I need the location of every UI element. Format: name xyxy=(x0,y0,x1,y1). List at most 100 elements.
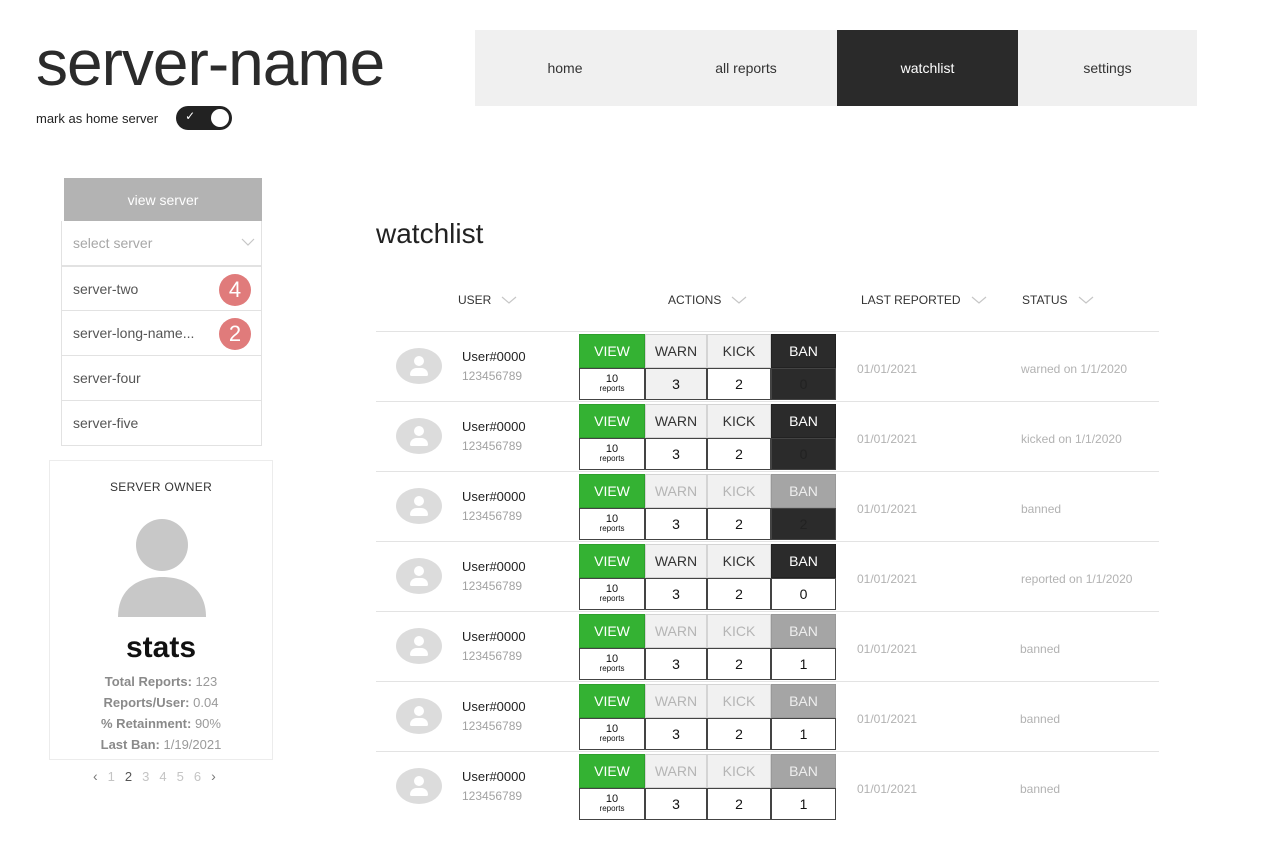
warn-button[interactable]: WARN xyxy=(645,404,707,438)
view-button[interactable]: VIEW xyxy=(579,334,645,368)
tab-settings[interactable]: settings xyxy=(1018,30,1197,106)
server-title: server-name xyxy=(36,27,385,99)
ban-button[interactable]: BAN xyxy=(771,474,836,508)
avatar-head xyxy=(414,496,424,506)
page-3[interactable]: 3 xyxy=(142,769,149,784)
status-text: kicked on 1/1/2020 xyxy=(1021,432,1122,446)
kick-button[interactable]: KICK xyxy=(707,614,771,648)
checkmark-icon: ✓ xyxy=(185,109,196,123)
report-count-value: 10 xyxy=(605,793,619,805)
server-select-dropdown[interactable]: select server xyxy=(61,221,262,266)
report-count-unit: reports xyxy=(599,594,625,603)
view-button[interactable]: VIEW xyxy=(579,474,645,508)
warn-count: 3 xyxy=(645,648,707,680)
user-name: User#0000 xyxy=(462,559,526,574)
chevron-down-icon xyxy=(1078,296,1093,304)
user-name: User#0000 xyxy=(462,769,526,784)
avatar-body xyxy=(410,718,428,726)
row-divider xyxy=(376,681,1159,682)
avatar-body xyxy=(410,438,428,446)
view-button[interactable]: VIEW xyxy=(579,544,645,578)
server-name-label: server-long-name... xyxy=(73,325,195,341)
view-button[interactable]: VIEW xyxy=(579,404,645,438)
avatar-body xyxy=(410,788,428,796)
user-avatar-icon xyxy=(396,558,442,594)
view-server-button[interactable]: view server xyxy=(64,178,262,221)
avatar-body xyxy=(410,578,428,586)
user-avatar-icon xyxy=(396,418,442,454)
user-id: 123456789 xyxy=(462,789,523,803)
row-divider xyxy=(376,611,1159,612)
column-header-user[interactable]: USER xyxy=(458,293,517,307)
avatar-head xyxy=(414,706,424,716)
warn-button[interactable]: WARN xyxy=(645,474,707,508)
server-list-item[interactable]: server-four xyxy=(61,356,262,401)
ban-button[interactable]: BAN xyxy=(771,754,836,788)
chevron-down-icon xyxy=(501,296,517,304)
kick-button[interactable]: KICK xyxy=(707,544,771,578)
ban-button[interactable]: BAN xyxy=(771,614,836,648)
page-title: watchlist xyxy=(376,218,484,249)
kick-button[interactable]: KICK xyxy=(707,474,771,508)
kick-button[interactable]: KICK xyxy=(707,404,771,438)
home-server-toggle[interactable]: ✓ xyxy=(176,106,233,130)
kick-count: 2 xyxy=(707,508,771,540)
avatar-head xyxy=(414,356,424,366)
view-button[interactable]: VIEW xyxy=(579,614,645,648)
ban-button[interactable]: BAN xyxy=(771,334,836,368)
warn-button[interactable]: WARN xyxy=(645,544,707,578)
user-id: 123456789 xyxy=(462,719,523,733)
server-name-label: server-five xyxy=(73,415,139,431)
warn-count: 3 xyxy=(645,788,707,820)
pagination: ‹ 1 2 3 4 5 6 › xyxy=(93,768,226,784)
server-list-item[interactable]: server-two 4 xyxy=(61,266,262,311)
kick-button[interactable]: KICK xyxy=(707,754,771,788)
column-header-status[interactable]: STATUS xyxy=(1022,293,1094,307)
avatar-body xyxy=(410,508,428,516)
user-name: User#0000 xyxy=(462,699,526,714)
report-count: 10 reports xyxy=(579,718,645,750)
view-button[interactable]: VIEW xyxy=(579,684,645,718)
report-count-unit: reports xyxy=(599,734,625,743)
page-1[interactable]: 1 xyxy=(108,769,115,784)
user-avatar-icon xyxy=(396,768,442,804)
column-header-last-reported[interactable]: LAST REPORTED xyxy=(861,293,987,307)
ban-count: 0 xyxy=(771,438,836,470)
server-select-placeholder: select server xyxy=(73,235,153,251)
page-6[interactable]: 6 xyxy=(194,769,201,784)
kick-button[interactable]: KICK xyxy=(707,334,771,368)
warn-count: 3 xyxy=(645,508,707,540)
warn-button[interactable]: WARN xyxy=(645,754,707,788)
warn-button[interactable]: WARN xyxy=(645,684,707,718)
warn-button[interactable]: WARN xyxy=(645,334,707,368)
server-list-item[interactable]: server-five xyxy=(61,401,262,446)
next-page-button[interactable]: › xyxy=(211,768,216,784)
tab-all-reports[interactable]: all reports xyxy=(655,30,837,106)
server-list-item[interactable]: server-long-name... 2 xyxy=(61,311,262,356)
prev-page-button[interactable]: ‹ xyxy=(93,768,98,784)
ban-button[interactable]: BAN xyxy=(771,404,836,438)
column-header-actions[interactable]: ACTIONS xyxy=(668,293,747,307)
view-button[interactable]: VIEW xyxy=(579,754,645,788)
stat-retainment: % Retainment: 90% xyxy=(101,716,221,731)
server-name-label: server-two xyxy=(73,280,139,297)
row-divider xyxy=(376,401,1159,402)
tab-watchlist[interactable]: watchlist xyxy=(837,30,1018,106)
page-2-current[interactable]: 2 xyxy=(125,769,132,784)
status-text: warned on 1/1/2020 xyxy=(1021,362,1128,376)
page-4[interactable]: 4 xyxy=(159,769,166,784)
report-count: 10 reports xyxy=(579,438,645,470)
user-name: User#0000 xyxy=(462,489,526,504)
status-text: banned xyxy=(1021,502,1062,516)
user-avatar-icon xyxy=(396,698,442,734)
avatar-head xyxy=(414,566,424,576)
kick-button[interactable]: KICK xyxy=(707,684,771,718)
page-5[interactable]: 5 xyxy=(177,769,184,784)
warn-button[interactable]: WARN xyxy=(645,614,707,648)
ban-button[interactable]: BAN xyxy=(771,544,836,578)
tab-home[interactable]: home xyxy=(475,30,655,106)
ban-button[interactable]: BAN xyxy=(771,684,836,718)
server-name-label: server-four xyxy=(73,370,141,386)
ban-count: 1 xyxy=(771,648,836,680)
kick-count: 2 xyxy=(707,648,771,680)
